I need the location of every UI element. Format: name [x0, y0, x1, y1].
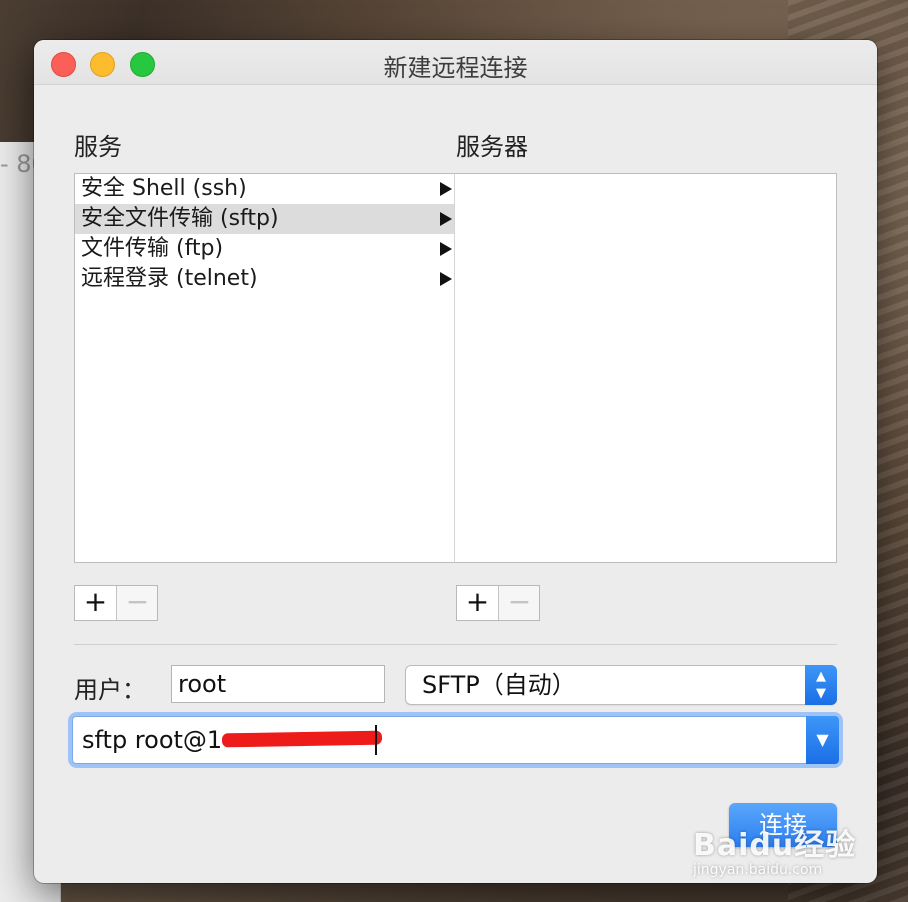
- divider: [74, 644, 837, 645]
- disclosure-arrow-icon: [440, 182, 452, 196]
- disclosure-arrow-icon: [440, 272, 452, 286]
- servers-header: 服务器: [456, 133, 528, 161]
- title-bar: 新建远程连接: [34, 40, 877, 85]
- remove-server-button[interactable]: −: [499, 586, 540, 620]
- service-item-ftp[interactable]: 文件传输 (ftp): [75, 234, 455, 264]
- user-field[interactable]: root: [171, 665, 385, 703]
- service-item-sftp[interactable]: 安全文件传输 (sftp): [75, 204, 455, 234]
- add-service-button[interactable]: +: [75, 586, 117, 620]
- command-text: sftp root@1: [82, 726, 223, 754]
- chevron-down-icon[interactable]: ▼: [806, 716, 839, 764]
- services-list[interactable]: 安全 Shell (ssh) 安全文件传输 (sftp) 文件传输 (ftp) …: [74, 173, 456, 563]
- window-title: 新建远程连接: [383, 54, 528, 82]
- add-server-button[interactable]: +: [457, 586, 499, 620]
- command-combo-box[interactable]: sftp root@1 ▼: [72, 716, 839, 764]
- user-label: 用户：: [74, 676, 146, 704]
- watermark-brand: Baidu经验: [693, 828, 857, 863]
- up-down-chevron-icon[interactable]: ▲ ▼: [805, 665, 837, 705]
- servers-list[interactable]: [454, 173, 837, 563]
- disclosure-arrow-icon: [440, 242, 452, 256]
- service-item-label: 安全 Shell (ssh): [81, 176, 247, 201]
- service-item-label: 文件传输 (ftp): [81, 236, 224, 261]
- service-item-ssh[interactable]: 安全 Shell (ssh): [75, 174, 455, 204]
- remove-service-button[interactable]: −: [117, 586, 158, 620]
- protocol-selected-value: SFTP（自动）: [422, 671, 576, 699]
- redaction-mark: [221, 730, 383, 748]
- service-item-telnet[interactable]: 远程登录 (telnet): [75, 264, 455, 294]
- new-remote-connection-dialog: 新建远程连接 服务 服务器 安全 Shell (ssh) 安全文件传输 (sft…: [34, 40, 877, 883]
- baidu-watermark: Baidu经验 jingyan.baidu.com: [693, 820, 863, 878]
- services-add-remove-group: + −: [74, 585, 158, 621]
- services-header: 服务: [74, 133, 122, 161]
- watermark-url: jingyan.baidu.com: [693, 862, 823, 878]
- disclosure-arrow-icon: [440, 212, 452, 226]
- command-field[interactable]: sftp root@1: [72, 716, 807, 764]
- service-item-label: 安全文件传输 (sftp): [81, 206, 279, 231]
- servers-add-remove-group: + −: [456, 585, 540, 621]
- text-caret: [375, 725, 377, 755]
- service-item-label: 远程登录 (telnet): [81, 266, 258, 291]
- protocol-popup[interactable]: SFTP（自动） ▲ ▼: [405, 665, 837, 705]
